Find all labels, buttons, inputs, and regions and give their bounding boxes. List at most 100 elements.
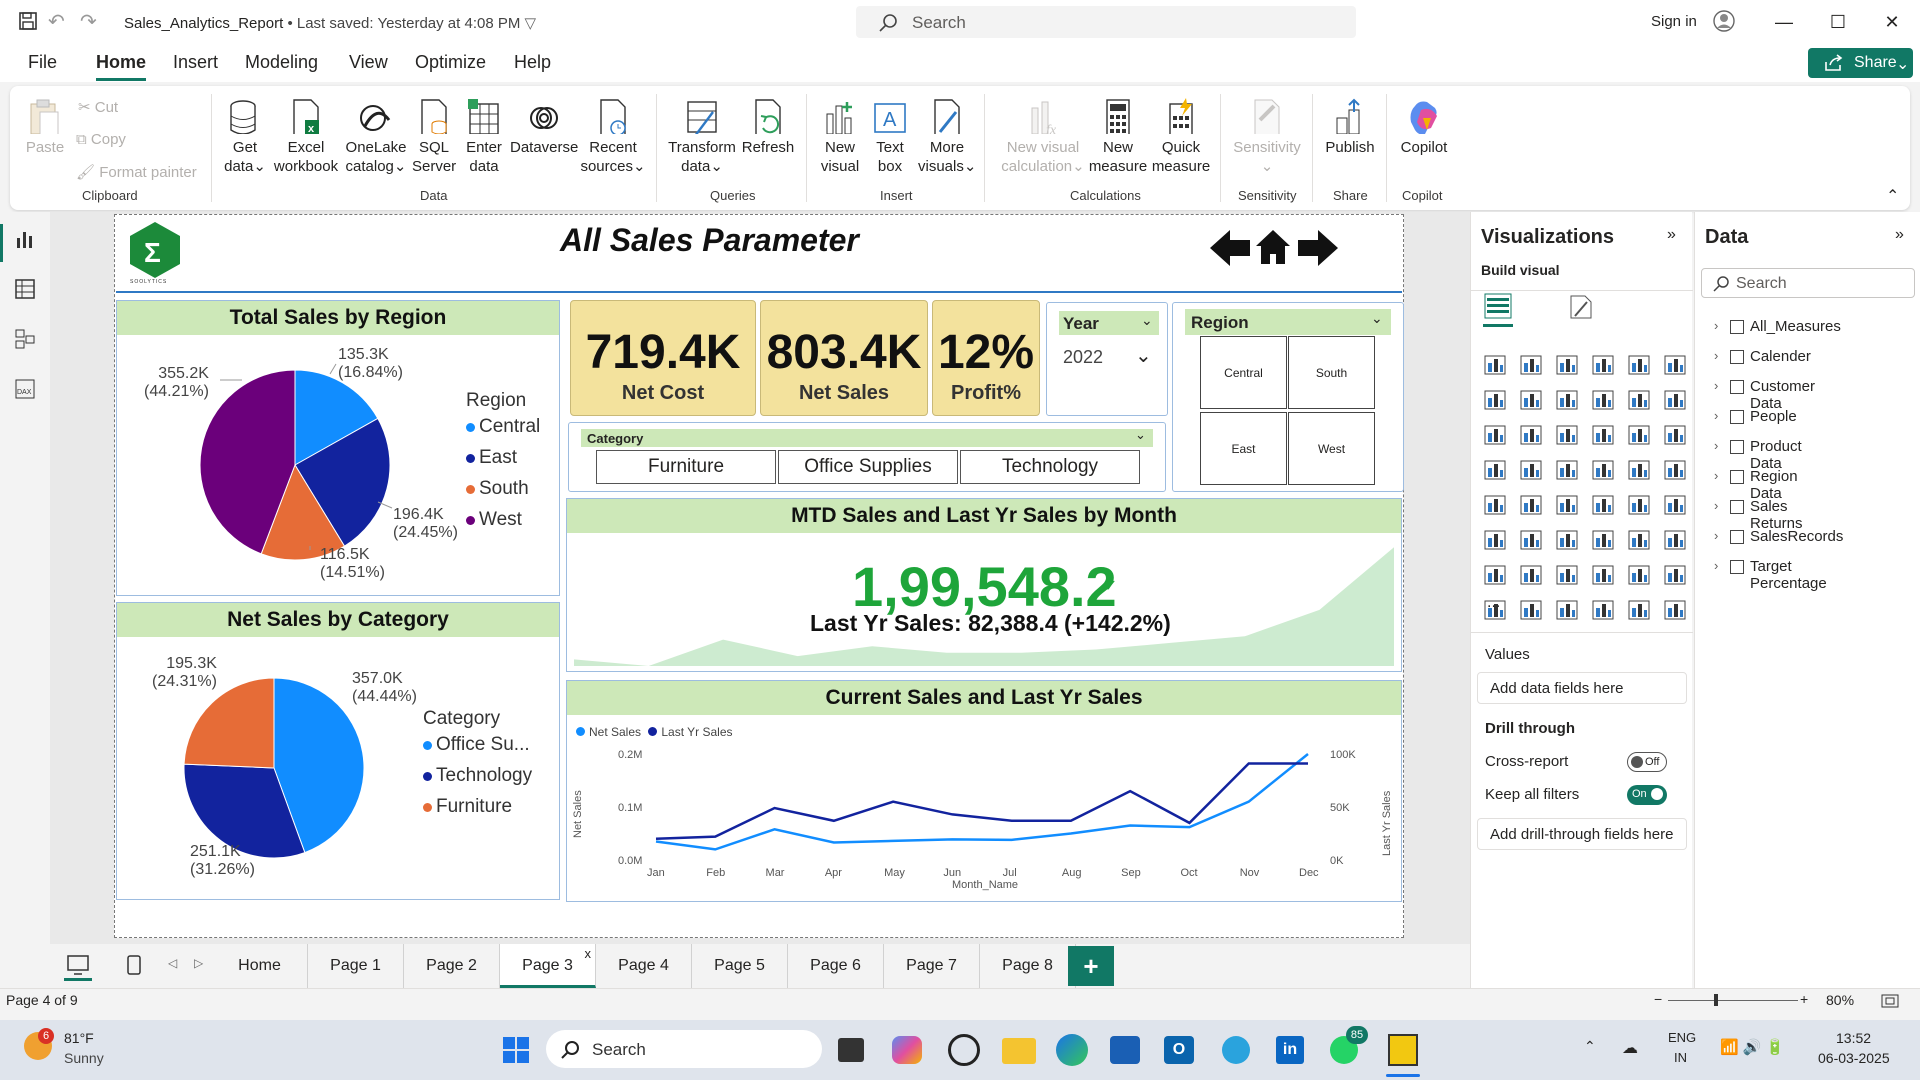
excel-workbook-button[interactable]: x Excel workbook xyxy=(272,98,340,176)
menu-view[interactable]: View xyxy=(349,52,388,73)
dataverse-button[interactable]: Dataverse xyxy=(510,98,578,157)
page-tab[interactable]: Page 6 xyxy=(788,944,884,988)
visual-type-icon[interactable] xyxy=(1591,564,1615,586)
region-option-central[interactable]: Central xyxy=(1200,336,1287,409)
language-indicator[interactable]: ENG xyxy=(1668,1030,1696,1045)
visual-type-icon[interactable] xyxy=(1519,354,1543,376)
visual-type-icon[interactable] xyxy=(1627,564,1651,586)
zoom-out-icon[interactable]: − xyxy=(1654,991,1662,1007)
chevron-right-icon[interactable]: › xyxy=(1714,348,1718,363)
visual-type-icon[interactable] xyxy=(1555,459,1579,481)
visual-type-icon[interactable] xyxy=(1519,494,1543,516)
visual-type-icon[interactable] xyxy=(1591,494,1615,516)
visual-type-icon[interactable] xyxy=(1627,494,1651,516)
more-visuals-button[interactable]: More visuals⌄ xyxy=(918,98,976,176)
chevron-right-icon[interactable]: › xyxy=(1714,498,1718,513)
visual-type-icon[interactable] xyxy=(1591,424,1615,446)
copilot-button[interactable]: Copilot xyxy=(1396,98,1452,157)
visual-type-icon[interactable] xyxy=(1663,599,1687,621)
recent-sources-button[interactable]: Recent sources⌄ xyxy=(580,98,646,176)
add-drill-through-well[interactable]: Add drill-through fields here xyxy=(1477,818,1687,850)
back-arrow-icon[interactable] xyxy=(1208,228,1252,268)
get-data-button[interactable]: Get data⌄ xyxy=(220,98,270,176)
visual-type-icon[interactable] xyxy=(1555,494,1579,516)
chevron-right-icon[interactable]: › xyxy=(1714,528,1718,543)
sensitivity-button[interactable]: Sensitivity ⌄ xyxy=(1230,98,1304,176)
chevron-right-icon[interactable]: › xyxy=(1714,468,1718,483)
visual-type-icon[interactable] xyxy=(1627,424,1651,446)
page-tab[interactable]: Page 5 xyxy=(692,944,788,988)
show-hidden-icons[interactable]: ⌃ xyxy=(1584,1038,1596,1055)
line-chart[interactable]: 0.2M 0.1M 0.0M 100K 50K 0K Jan Feb Mar Apr May Jun J… xyxy=(568,740,1400,900)
page-tab[interactable]: Page 2 xyxy=(404,944,500,988)
pie-slice-furniture[interactable] xyxy=(184,678,275,769)
text-box-button[interactable]: A Text box xyxy=(866,98,914,176)
series-line-last-yr-sales[interactable] xyxy=(655,762,1308,841)
region-option-south[interactable]: South xyxy=(1288,336,1375,409)
model-view-icon[interactable] xyxy=(14,328,36,350)
category-pie-chart[interactable] xyxy=(184,678,364,858)
visual-type-icon[interactable] xyxy=(1663,494,1687,516)
region-option-west[interactable]: West xyxy=(1288,412,1375,485)
page-tab[interactable]: Page 4 xyxy=(596,944,692,988)
close-window-button[interactable]: ✕ xyxy=(1870,6,1914,38)
category-option-technology[interactable]: Technology xyxy=(960,450,1140,484)
account-icon[interactable] xyxy=(1713,10,1735,32)
edge-icon[interactable] xyxy=(1056,1034,1088,1066)
save-icon[interactable] xyxy=(18,11,38,31)
menu-file[interactable]: File xyxy=(28,52,57,73)
dax-query-icon[interactable]: DAX xyxy=(14,378,36,400)
menu-home[interactable]: Home xyxy=(96,52,146,73)
document-title[interactable]: Sales_Analytics_Report • Last saved: Yes… xyxy=(124,14,536,32)
visual-type-icon[interactable] xyxy=(1627,459,1651,481)
quick-measure-button[interactable]: Quick measure xyxy=(1150,98,1212,176)
collapse-pane-icon[interactable]: » xyxy=(1667,226,1676,244)
chatgpt-icon[interactable] xyxy=(948,1034,980,1066)
visual-type-icon[interactable] xyxy=(1483,599,1507,621)
visual-type-icon[interactable] xyxy=(1627,599,1651,621)
collapse-ribbon-icon[interactable]: ⌃ xyxy=(1886,186,1899,206)
network-status-icon[interactable]: ☁ xyxy=(1622,1038,1638,1058)
page-tab[interactable]: Page 7 xyxy=(884,944,980,988)
zoom-slider-thumb[interactable] xyxy=(1714,994,1718,1006)
zoom-in-icon[interactable]: + xyxy=(1800,991,1808,1007)
visual-type-icon[interactable] xyxy=(1483,564,1507,586)
legend-item[interactable]: Office Su... xyxy=(423,734,530,756)
new-measure-button[interactable]: New measure xyxy=(1088,98,1148,176)
visual-type-icon[interactable] xyxy=(1663,389,1687,411)
outlook-icon[interactable]: O xyxy=(1164,1036,1194,1064)
taskbar-search[interactable]: Search xyxy=(546,1030,822,1068)
visual-type-icon[interactable] xyxy=(1591,459,1615,481)
visual-type-icon[interactable] xyxy=(1555,529,1579,551)
table-view-icon[interactable] xyxy=(14,278,36,300)
category-option-office-supplies[interactable]: Office Supplies xyxy=(778,450,958,484)
clock-time[interactable]: 13:52 xyxy=(1836,1030,1871,1046)
format-painter-button[interactable]: 🖌 Format painter xyxy=(76,163,197,181)
search-input[interactable]: Search xyxy=(856,6,1356,38)
new-visual-button[interactable]: New visual xyxy=(816,98,864,176)
legend-item[interactable]: West xyxy=(466,509,522,531)
visual-type-icon[interactable] xyxy=(1555,564,1579,586)
menu-insert[interactable]: Insert xyxy=(173,52,218,73)
visual-type-icon[interactable] xyxy=(1591,389,1615,411)
page-tab[interactable]: Page 3x xyxy=(500,944,596,988)
visual-type-icon[interactable] xyxy=(1483,354,1507,376)
visual-type-icon[interactable] xyxy=(1483,424,1507,446)
visual-type-icon[interactable] xyxy=(1483,389,1507,411)
visual-type-icon[interactable] xyxy=(1555,389,1579,411)
legend-item[interactable]: East xyxy=(466,447,517,469)
format-visual-icon[interactable] xyxy=(1565,292,1595,322)
visual-type-icon[interactable] xyxy=(1663,459,1687,481)
copy-button[interactable]: ⧉ Copy xyxy=(76,131,126,148)
clock-date[interactable]: 06-03-2025 xyxy=(1818,1050,1890,1066)
transform-data-button[interactable]: Transform data⌄ xyxy=(666,98,738,176)
publish-button[interactable]: Publish xyxy=(1322,98,1378,157)
chevron-right-icon[interactable]: › xyxy=(1714,408,1718,423)
fit-to-page-icon[interactable] xyxy=(1880,993,1900,1009)
chevron-down-icon[interactable]: ⌄ xyxy=(1141,312,1153,329)
paste-button[interactable]: Paste xyxy=(24,98,66,157)
visual-type-icon[interactable] xyxy=(1663,354,1687,376)
page-tab[interactable]: Page 8 xyxy=(980,944,1076,988)
visual-type-icon[interactable] xyxy=(1555,354,1579,376)
visual-type-icon[interactable] xyxy=(1555,424,1579,446)
